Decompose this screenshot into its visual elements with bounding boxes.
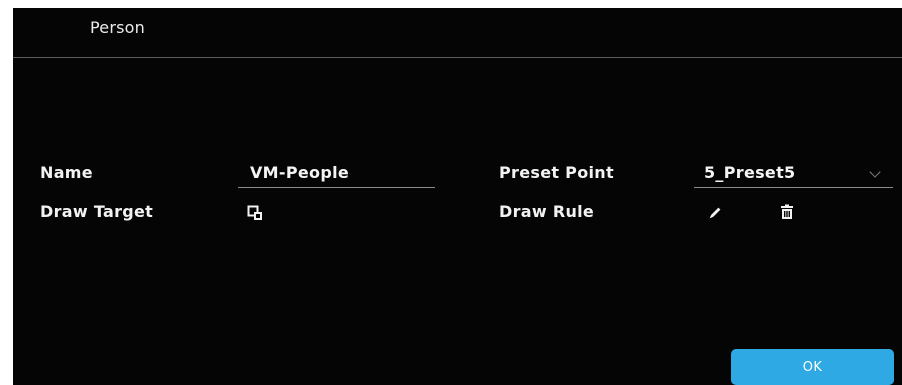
preset-point-label: Preset Point xyxy=(499,163,614,182)
header-divider xyxy=(13,57,902,58)
ok-button[interactable]: OK xyxy=(731,349,894,385)
name-underline xyxy=(238,187,435,188)
trash-icon[interactable] xyxy=(779,204,795,221)
name-value[interactable]: VM-People xyxy=(250,163,349,182)
name-label: Name xyxy=(40,163,93,182)
chevron-down-icon[interactable] xyxy=(869,166,881,178)
preset-point-value[interactable]: 5_Preset5 xyxy=(704,163,795,182)
draw-target-label: Draw Target xyxy=(40,202,154,221)
pencil-icon[interactable] xyxy=(707,205,723,221)
preset-underline xyxy=(694,187,893,188)
person-dialog: Person Name VM-People Preset Point 5_Pre… xyxy=(13,8,902,385)
dialog-title: Person xyxy=(90,18,145,37)
draw-rule-label: Draw Rule xyxy=(499,202,595,221)
draw-target-icon[interactable] xyxy=(247,205,263,221)
